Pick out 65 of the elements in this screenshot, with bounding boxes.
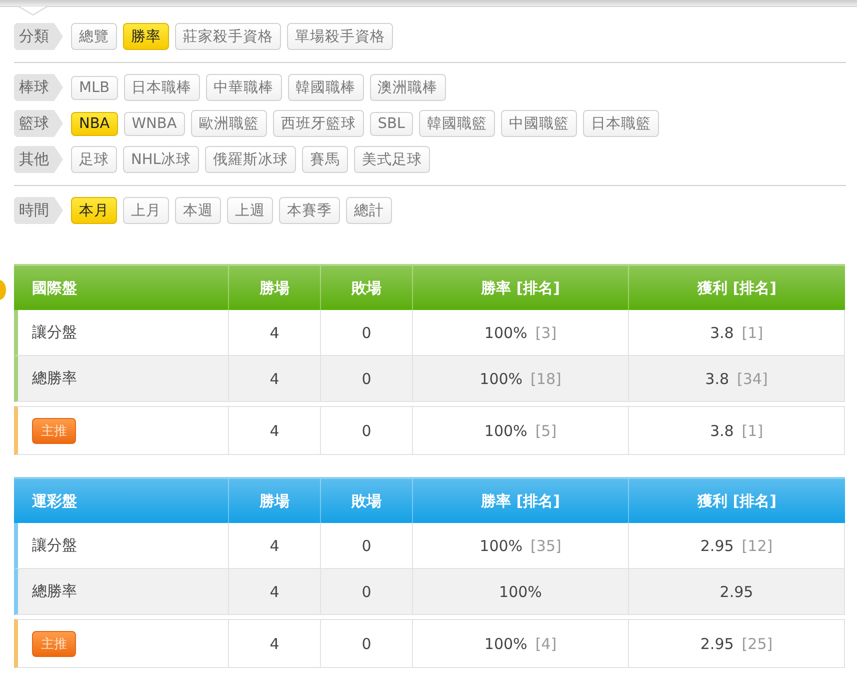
- losses-cell: 0: [320, 569, 412, 614]
- wins-cell: 4: [228, 569, 320, 614]
- row-label-cell-text: 總勝率: [31, 581, 78, 602]
- filter-chip[interactable]: 足球: [71, 146, 117, 173]
- column-header: 運彩盤: [31, 490, 78, 512]
- filter-chip[interactable]: WNBA: [124, 112, 185, 136]
- wins-cell: 4: [228, 310, 320, 355]
- filter-label: 時間: [14, 197, 63, 224]
- profit-cell: 3.8 [1]: [628, 407, 845, 454]
- filter-chip[interactable]: NHL冰球: [123, 146, 199, 173]
- featured-badge: 主推: [32, 630, 76, 656]
- profit-cell: 3.8 [1]: [628, 310, 845, 355]
- filter-chip[interactable]: 本賽季: [279, 197, 340, 224]
- win-rate-cell: 100% [35]: [412, 523, 628, 568]
- filter-label: 棒球: [14, 74, 63, 101]
- filter-chip[interactable]: 總計: [346, 197, 392, 224]
- win-rate-cell: 100% [3]: [412, 310, 628, 355]
- filter-chip[interactable]: 韓國職籃: [419, 110, 496, 137]
- filter-label: 分類: [14, 23, 63, 50]
- win-rate-cell: 100% [5]: [412, 407, 628, 454]
- wins-cell: 4: [228, 407, 320, 454]
- filter-chip[interactable]: 賽馬: [302, 146, 348, 173]
- profit-cell: 3.8 [34]: [628, 356, 845, 401]
- row-label-cell-text: 讓分盤: [31, 322, 78, 343]
- filter-chip[interactable]: NBA: [71, 112, 118, 136]
- filter-chip[interactable]: 莊家殺手資格: [175, 23, 281, 50]
- wins-cell: 4: [228, 356, 320, 401]
- profit-cell: 2.95 [25]: [628, 620, 845, 667]
- filter-label: 其他: [14, 146, 63, 173]
- filter-chip[interactable]: 歐洲職籃: [190, 110, 267, 137]
- row-label-cell-text: 總勝率: [31, 368, 78, 389]
- win-rate-cell: 100% [18]: [412, 356, 628, 401]
- row-label-cell-text: 讓分盤: [31, 535, 78, 556]
- wins-cell: 4: [228, 523, 320, 568]
- filter-chip[interactable]: 西班牙籃球: [272, 110, 364, 137]
- filter-chip[interactable]: 中華職棒: [206, 74, 282, 101]
- column-header: 國際盤: [31, 278, 78, 298]
- filter-chip[interactable]: 日本職棒: [124, 74, 200, 101]
- filter-chip[interactable]: 單場殺手資格: [287, 23, 393, 50]
- filter-chip[interactable]: 日本職籃: [583, 110, 660, 137]
- losses-cell: 0: [320, 356, 412, 401]
- filter-chip[interactable]: 上月: [123, 197, 169, 224]
- profit-cell: 2.95: [628, 569, 845, 614]
- featured-badge: 主推: [32, 418, 76, 444]
- filter-chip[interactable]: 澳洲職棒: [370, 74, 446, 101]
- losses-cell: 0: [320, 523, 412, 568]
- filter-label: 籃球: [14, 110, 63, 137]
- wins-cell: 4: [228, 620, 320, 667]
- win-rate-cell: 100%: [412, 569, 628, 614]
- filter-chip[interactable]: 本月: [71, 197, 117, 224]
- profit-cell: 2.95 [12]: [628, 523, 845, 568]
- filter-chip[interactable]: 美式足球: [354, 146, 430, 173]
- filter-chip[interactable]: MLB: [71, 76, 118, 100]
- losses-cell: 0: [320, 407, 412, 454]
- filter-chip[interactable]: 韓國職棒: [288, 74, 364, 101]
- filter-chip[interactable]: 俄羅斯冰球: [204, 146, 296, 173]
- filter-chip[interactable]: 總覽: [71, 23, 117, 50]
- losses-cell: 0: [320, 620, 412, 667]
- win-rate-cell: 100% [4]: [412, 620, 628, 667]
- losses-cell: 0: [320, 310, 412, 355]
- filter-chip[interactable]: 上週: [227, 197, 273, 224]
- filter-chip[interactable]: 中國職籃: [501, 110, 578, 137]
- filter-chip[interactable]: SBL: [370, 112, 414, 136]
- filter-chip[interactable]: 勝率: [123, 23, 169, 50]
- filter-chip[interactable]: 本週: [175, 197, 221, 224]
